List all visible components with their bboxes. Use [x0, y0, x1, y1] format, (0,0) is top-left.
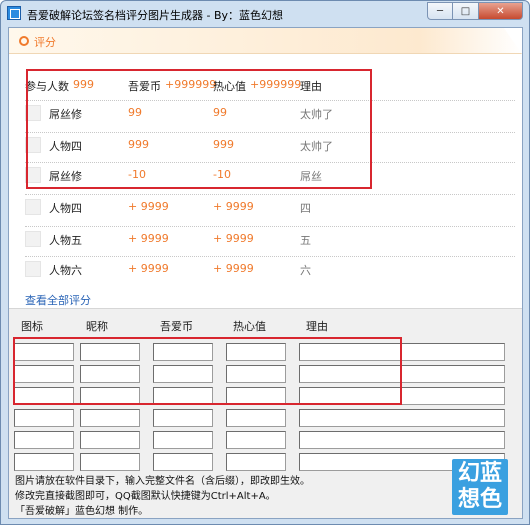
avatar: [25, 261, 41, 277]
close-button[interactable]: ✕: [479, 2, 523, 20]
minimize-button[interactable]: ─: [427, 2, 453, 20]
reason-text: 四: [300, 202, 311, 215]
app-window: 吾爱破解论坛签名档评分图片生成器 - By：蓝色幻想 ─ □ ✕ 评分 参与人数…: [0, 0, 530, 525]
col-header-heat: 热心值: [233, 320, 266, 333]
ring-icon: [19, 36, 29, 46]
title-bar[interactable]: 吾爱破解论坛签名档评分图片生成器 - By：蓝色幻想 ─ □ ✕: [1, 1, 529, 27]
logo: 幻蓝 想色: [452, 459, 508, 515]
input-form: 图标 昵称 吾爱币 热心值 理由 图片请放在软件目录下，输入完整文件名（含后缀）…: [9, 308, 522, 518]
rating-row: 人物五 + 9999 + 9999 五: [25, 226, 515, 250]
rating-row: 人物四 + 9999 + 9999 四: [25, 194, 515, 218]
view-all-ratings-link[interactable]: 查看全部评分: [25, 292, 91, 308]
score-title: 评分: [34, 36, 56, 49]
rater-name: 人物五: [49, 234, 82, 247]
reason-input[interactable]: [299, 409, 505, 427]
heat-input[interactable]: [226, 431, 286, 449]
score-header: 评分: [9, 28, 522, 54]
highlight-box: [13, 337, 402, 405]
hint-line-3: 「吾爱破解」蓝色幻想 制作。: [15, 506, 149, 517]
hint-line-1: 图片请放在软件目录下，输入完整文件名（含后缀），即改即生效。: [15, 476, 310, 487]
reason-text: 五: [300, 234, 311, 247]
heat-input[interactable]: [226, 409, 286, 427]
nickname-input[interactable]: [80, 431, 140, 449]
coin-input[interactable]: [153, 409, 213, 427]
logo-line-1: 幻蓝: [457, 461, 502, 486]
window-title: 吾爱破解论坛签名档评分图片生成器 - By：蓝色幻想: [27, 9, 284, 22]
col-header-nickname: 昵称: [86, 320, 108, 333]
icon-input[interactable]: [14, 431, 74, 449]
maximize-button[interactable]: □: [453, 2, 479, 20]
heat-value: + 9999: [213, 200, 254, 213]
highlight-box: [26, 69, 372, 189]
heat-input[interactable]: [226, 453, 286, 471]
coin-value: + 9999: [128, 200, 169, 213]
col-header-reason: 理由: [306, 320, 328, 333]
nickname-input[interactable]: [80, 453, 140, 471]
coin-input[interactable]: [153, 453, 213, 471]
coin-value: + 9999: [128, 232, 169, 245]
client-area: 评分 参与人数 999 吾爱币 +999999 热心值 +999999 理由 屌…: [8, 27, 523, 519]
rater-name: 人物六: [49, 264, 82, 277]
col-header-icon: 图标: [21, 320, 43, 333]
col-header-coin: 吾爱币: [160, 320, 193, 333]
heat-value: + 9999: [213, 232, 254, 245]
avatar: [25, 199, 41, 215]
avatar: [25, 231, 41, 247]
icon-input[interactable]: [14, 453, 74, 471]
hint-line-2: 修改完直接截图即可，QQ截图默认快捷键为Ctrl+Alt+A。: [15, 491, 276, 502]
rater-name: 人物四: [49, 202, 82, 215]
heat-value: + 9999: [213, 262, 254, 275]
reason-input[interactable]: [299, 431, 505, 449]
reason-text: 六: [300, 264, 311, 277]
nickname-input[interactable]: [80, 409, 140, 427]
app-icon: [7, 6, 21, 20]
rating-row: 人物六 + 9999 + 9999 六: [25, 256, 515, 280]
icon-input[interactable]: [14, 409, 74, 427]
coin-value: + 9999: [128, 262, 169, 275]
logo-line-2: 想色: [457, 487, 502, 512]
coin-input[interactable]: [153, 431, 213, 449]
